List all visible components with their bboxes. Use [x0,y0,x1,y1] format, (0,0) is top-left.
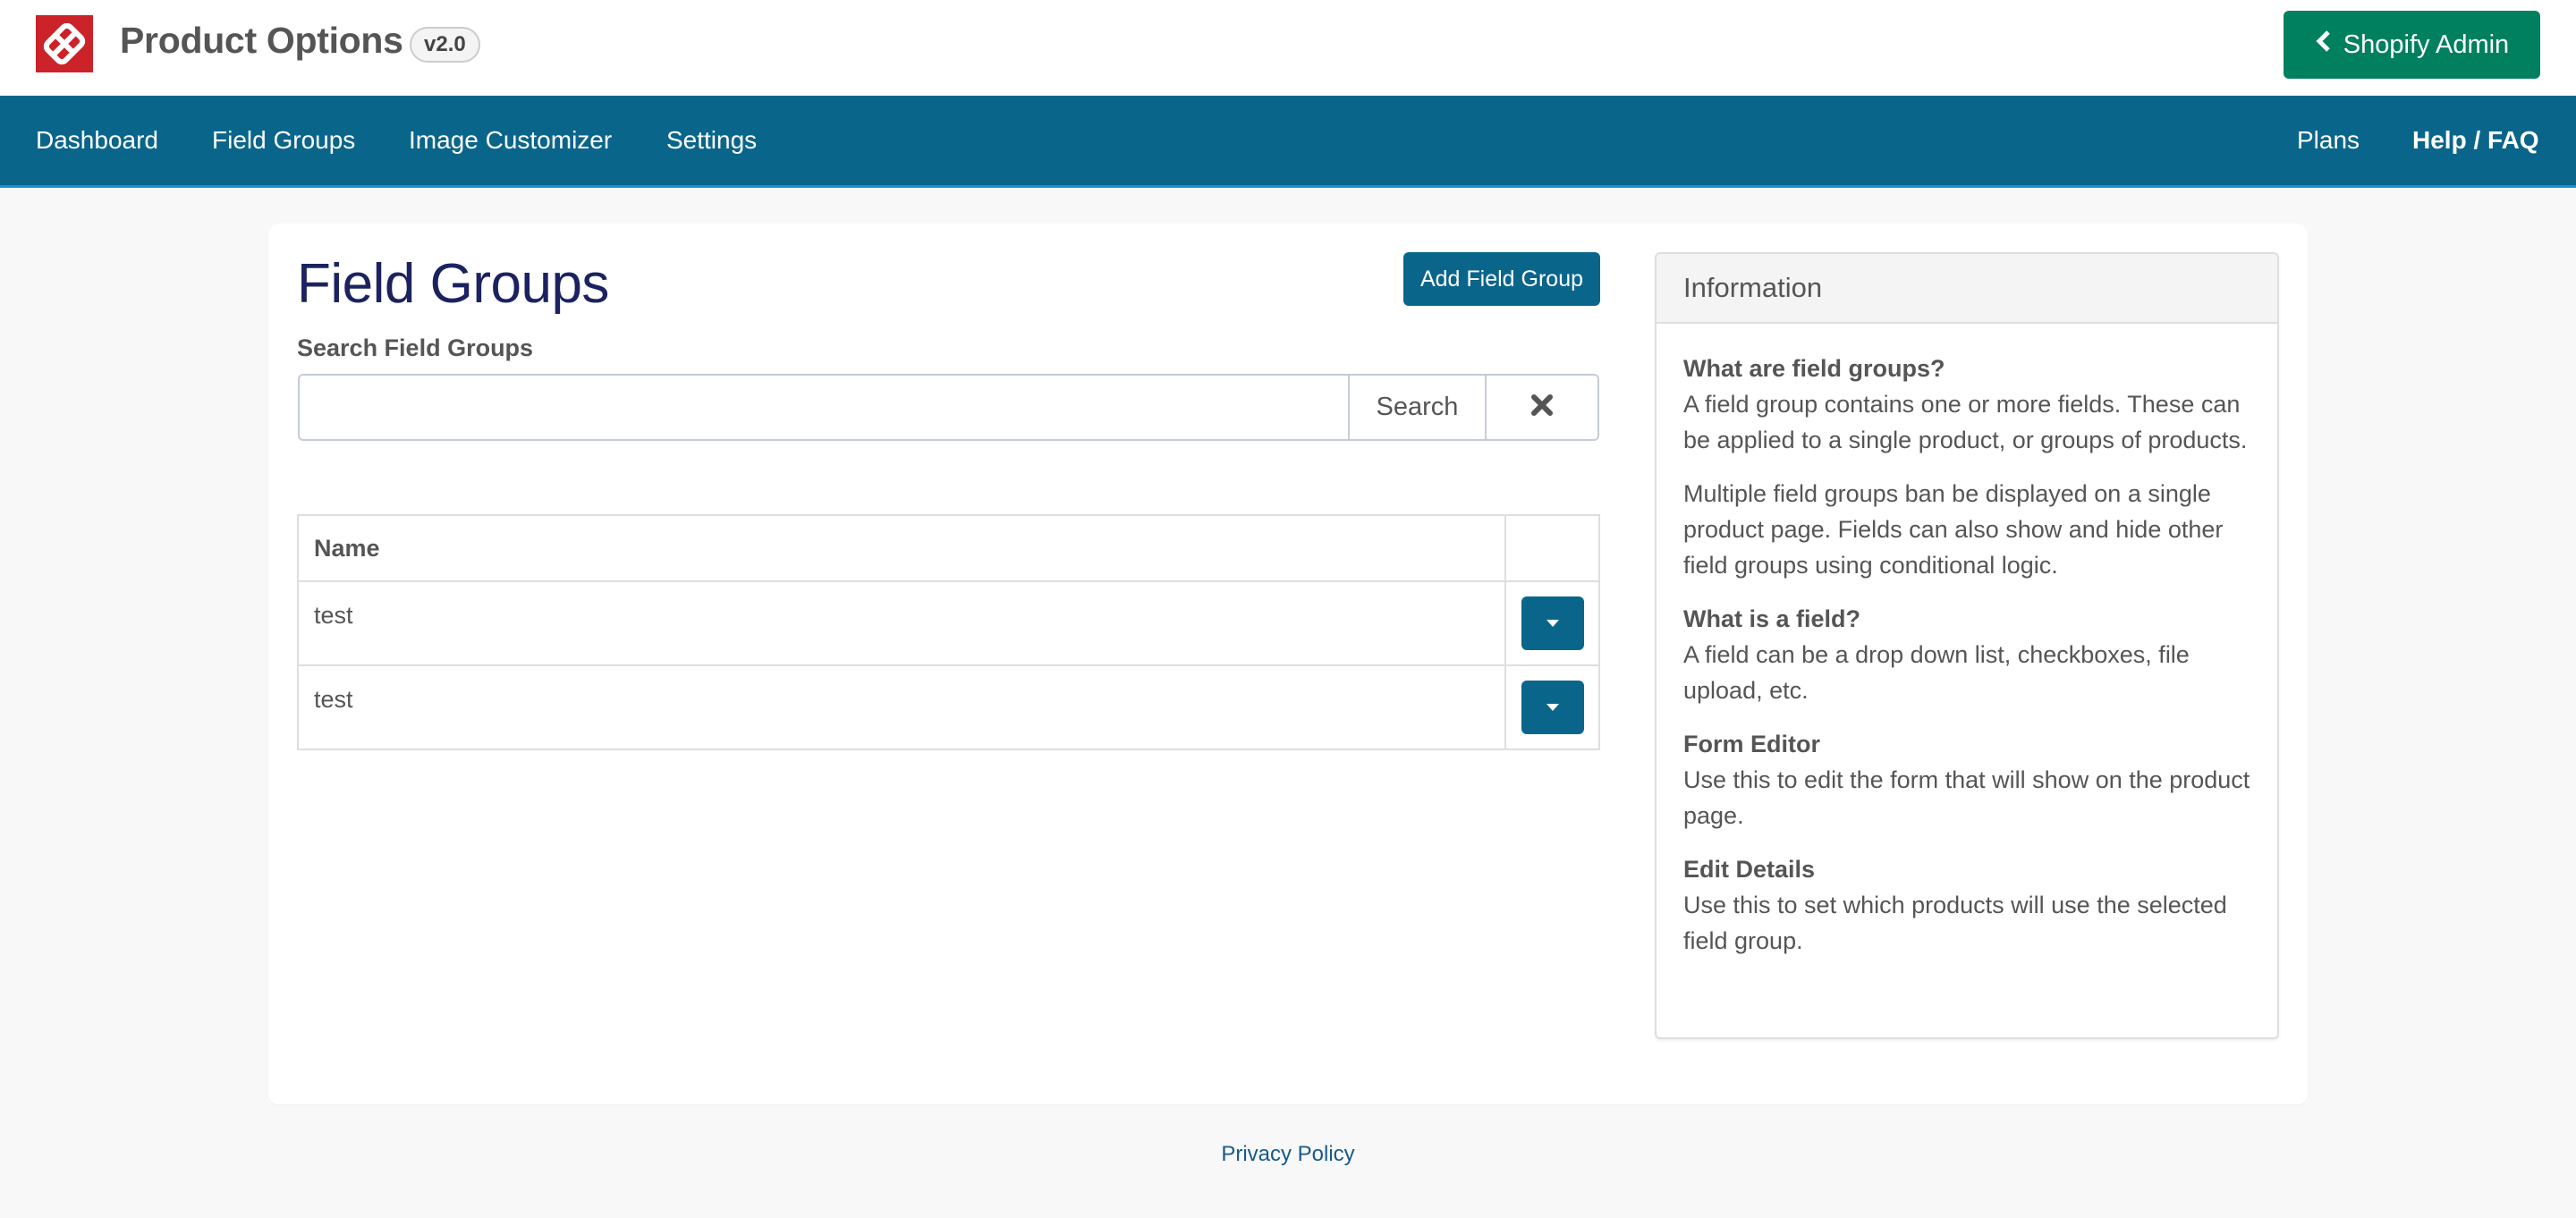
info-heading: What are field groups? [1683,355,1945,382]
nav-item-plans[interactable]: Plans [2297,126,2360,155]
search-group: Search [298,374,1599,441]
caret-down-icon [1546,620,1559,627]
footer: Privacy Policy [0,1142,2576,1167]
shopify-admin-label: Shopify Admin [2343,30,2510,59]
field-group-name[interactable]: test [297,580,1506,666]
column-header-actions [1504,514,1600,582]
shopify-admin-button[interactable]: Shopify Admin [2284,11,2540,79]
information-panel-title: Information [1657,254,2277,324]
app-title: Product Options [120,20,403,61]
nav-item-settings[interactable]: Settings [666,126,757,155]
clear-search-button[interactable] [1485,376,1597,439]
info-paragraph: Multiple field groups ban be displayed o… [1683,480,2224,579]
info-heading: Edit Details [1683,856,1816,883]
row-actions-dropdown-button[interactable] [1521,681,1584,734]
table-header-row: Name [297,514,1600,582]
search-button[interactable]: Search [1348,376,1485,439]
nav-item-image-customizer[interactable]: Image Customizer [409,126,612,155]
info-paragraph: Use this to set which products will use … [1683,892,2227,954]
version-badge: v2.0 [410,27,480,63]
info-paragraph: Use this to edit the form that will show… [1683,766,2250,829]
info-paragraph: A field group contains one or more field… [1683,391,2248,453]
privacy-policy-link[interactable]: Privacy Policy [1221,1142,1354,1166]
row-actions-dropdown-button[interactable] [1521,596,1584,650]
nav-item-help-faq[interactable]: Help / FAQ [2412,126,2539,155]
page-title: Field Groups [297,253,609,315]
chevron-left-icon [2315,30,2333,60]
info-heading: Form Editor [1683,731,1820,757]
app-header: Product Options v2.0 Shopify Admin [0,0,2576,96]
caret-down-icon [1546,704,1559,711]
app-logo-icon [36,15,93,72]
info-heading: What is a field? [1683,605,1861,632]
table-row: test [297,664,1600,750]
times-icon [1530,393,1554,421]
info-section: Edit Details Use this to set which produ… [1683,851,2250,959]
nav-item-dashboard[interactable]: Dashboard [36,126,158,155]
search-label: Search Field Groups [297,334,534,361]
column-header-name: Name [297,514,1506,582]
main-nav: Dashboard Field Groups Image Customizer … [0,96,2576,188]
nav-item-field-groups[interactable]: Field Groups [212,126,355,155]
info-section: What are field groups? A field group con… [1683,351,2250,583]
search-input[interactable] [300,376,1348,439]
table-row: test [297,580,1600,666]
info-section: Form Editor Use this to edit the form th… [1683,726,2250,833]
add-field-group-button[interactable]: Add Field Group [1403,252,1600,306]
field-groups-table: Name test test [297,514,1600,750]
info-section: What is a field? A field can be a drop d… [1683,601,2250,708]
info-paragraph: A field can be a drop down list, checkbo… [1683,641,2190,704]
information-panel: Information What are field groups? A fie… [1655,252,2279,1039]
field-group-name[interactable]: test [297,664,1506,750]
